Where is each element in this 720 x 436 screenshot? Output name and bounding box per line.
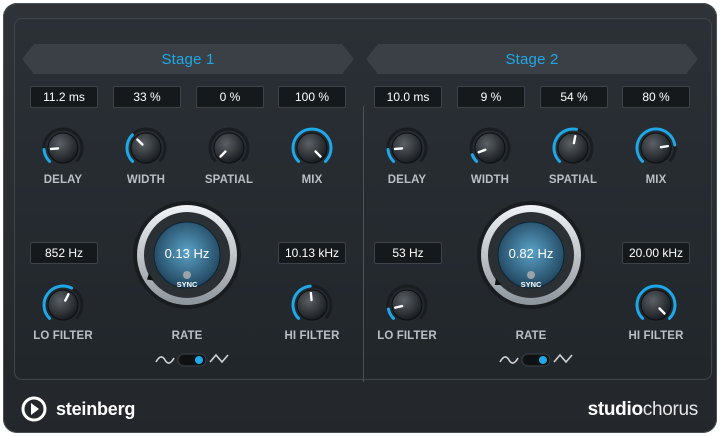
stage2-sync-label[interactable]: SYNC — [475, 280, 587, 289]
stage2-width-label: WIDTH — [470, 174, 510, 186]
stage1-delay-knob[interactable] — [41, 126, 85, 170]
stage2-lofilter-label: LO FILTER — [377, 330, 437, 342]
steinberg-logo-icon — [21, 396, 47, 422]
stage1-hifilter-value[interactable]: 10.13 kHz — [278, 242, 346, 264]
stage2-rate-value: 0.82 Hz — [508, 246, 554, 261]
stage2-delay-label: DELAY — [387, 174, 427, 186]
stage2-spatial-knob[interactable] — [551, 126, 595, 170]
stage2-hifilter-value[interactable]: 20.00 kHz — [622, 242, 690, 264]
waveform-switch-graphic — [499, 353, 573, 367]
stage2-lofilter-value[interactable]: 53 Hz — [374, 242, 442, 264]
knob-graphic — [125, 127, 167, 164]
stage2-spatial-value[interactable]: 54 % — [540, 86, 608, 108]
waveform-switch-graphic — [155, 353, 229, 367]
stage1-rate-knob[interactable]: 0.13 Hz SYNC — [131, 199, 243, 311]
knob-graphic — [291, 127, 333, 164]
stage2-mix-label: MIX — [645, 174, 667, 186]
stage1-rate-label: RATE — [171, 330, 203, 342]
knob-graphic — [291, 284, 333, 321]
knob-graphic — [208, 127, 250, 164]
knob-graphic — [42, 127, 84, 164]
stage1-lofilter-label: LO FILTER — [33, 330, 93, 342]
knob-graphic — [386, 127, 428, 164]
stage1-spatial-value[interactable]: 0 % — [196, 86, 264, 108]
stage2-hifilter-label: HI FILTER — [628, 330, 684, 342]
knob-graphic — [635, 284, 677, 321]
knob-graphic — [42, 284, 84, 321]
knob-graphic — [635, 127, 677, 164]
stage2-rate-label: RATE — [515, 330, 547, 342]
stage2-lofilter-knob[interactable] — [385, 283, 429, 327]
stage1-delay-value[interactable]: 11.2 ms — [30, 86, 98, 108]
stage1-spatial-label: SPATIAL — [204, 174, 254, 186]
stage1-rate-value: 0.13 Hz — [164, 246, 210, 261]
stage2-mix-knob[interactable] — [634, 126, 678, 170]
stage1-title: Stage 1 — [161, 51, 215, 68]
stage1-hifilter-label: HI FILTER — [284, 330, 340, 342]
stage1-width-knob[interactable] — [124, 126, 168, 170]
stage1-header: Stage 1 — [22, 44, 354, 74]
stage2-hifilter-knob[interactable] — [634, 283, 678, 327]
knob-graphic — [469, 127, 511, 164]
stage1-sync-label[interactable]: SYNC — [131, 280, 243, 289]
stage2-header: Stage 2 — [366, 44, 698, 74]
stage2-delay-knob[interactable] — [385, 126, 429, 170]
knob-graphic — [552, 127, 594, 164]
stage2-waveform-switch[interactable] — [496, 350, 586, 370]
knob-graphic — [386, 284, 428, 321]
stage1-width-label: WIDTH — [126, 174, 166, 186]
product-name-light: chorus — [642, 399, 699, 420]
product-name-bold: studio — [587, 399, 644, 420]
stage1-width-value[interactable]: 33 % — [113, 86, 181, 108]
stage2-width-knob[interactable] — [468, 126, 512, 170]
stage2-delay-value[interactable]: 10.0 ms — [374, 86, 442, 108]
stage2-rate-knob[interactable]: 0.82 Hz SYNC — [475, 199, 587, 311]
stage1-delay-label: DELAY — [43, 174, 83, 186]
steinberg-logo-text: steinberg — [56, 399, 136, 419]
stage1-mix-value[interactable]: 100 % — [278, 86, 346, 108]
stage1-spatial-knob[interactable] — [207, 126, 251, 170]
stage2-mix-value[interactable]: 80 % — [622, 86, 690, 108]
stage2-spatial-label: SPATIAL — [548, 174, 598, 186]
stage1-hifilter-knob[interactable] — [290, 283, 334, 327]
stage2-width-value[interactable]: 9 % — [457, 86, 525, 108]
stage1-mix-knob[interactable] — [290, 126, 334, 170]
stage1-lofilter-knob[interactable] — [41, 283, 85, 327]
stage1-lofilter-value[interactable]: 852 Hz — [30, 242, 98, 264]
stage2-title: Stage 2 — [505, 51, 559, 68]
stage1-waveform-switch[interactable] — [152, 350, 242, 370]
stage1-mix-label: MIX — [301, 174, 323, 186]
product-name: studiochorus — [587, 398, 699, 422]
